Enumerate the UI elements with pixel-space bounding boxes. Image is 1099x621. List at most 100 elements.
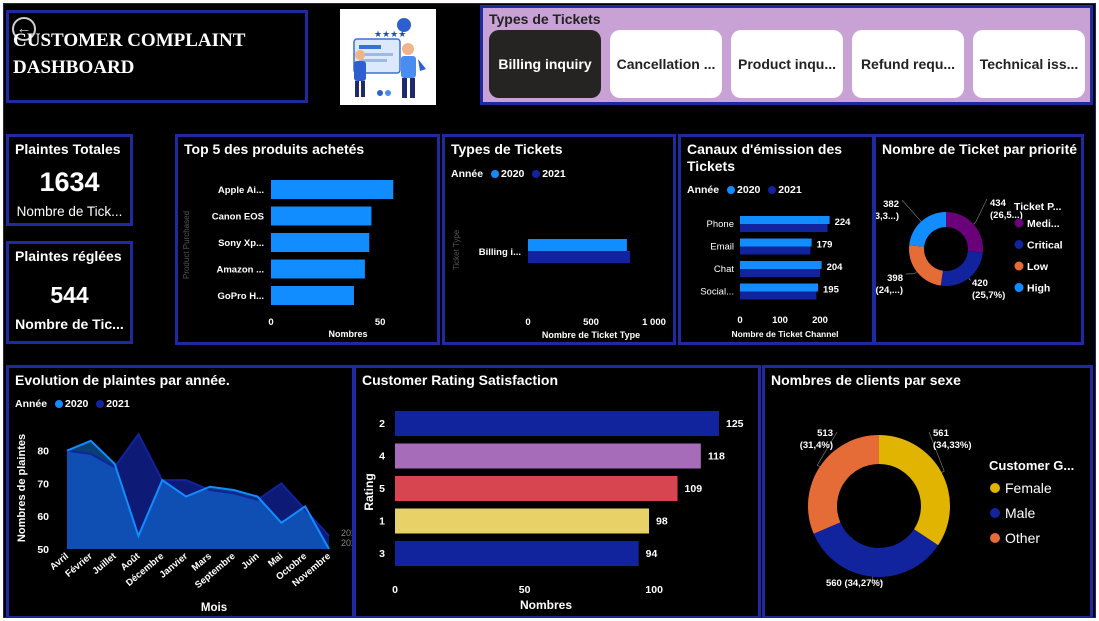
legend-label-2: Low bbox=[1027, 261, 1049, 273]
leader-line-0 bbox=[973, 198, 988, 225]
slicer-title: Types de Tickets bbox=[489, 11, 601, 27]
bar-1 bbox=[271, 206, 372, 226]
x-tick-50: 50 bbox=[519, 584, 531, 596]
bar-2020-2 bbox=[740, 261, 822, 269]
legend-dot-0 bbox=[990, 483, 1000, 493]
data-label-2: 204 bbox=[827, 262, 844, 273]
x-tick-500: 500 bbox=[583, 317, 599, 328]
data-label-value-1: 560 (34,27%) bbox=[826, 578, 883, 589]
legend-label-2: Other bbox=[1005, 530, 1040, 546]
kpi-resolved-panel: Plaintes réglées 544 Nombre de Tic... bbox=[6, 241, 133, 344]
data-label-pct-2: (31,4%) bbox=[800, 440, 833, 451]
bar-2021-3 bbox=[740, 291, 817, 300]
x-tick-2: Juillet bbox=[90, 550, 119, 577]
legend-dot-2 bbox=[1014, 261, 1024, 271]
x-tick-1: Février bbox=[63, 551, 95, 580]
data-label-pct-0: (34,33%) bbox=[933, 440, 972, 451]
y-tick-60: 60 bbox=[37, 511, 49, 523]
y-tick-80: 80 bbox=[37, 446, 49, 458]
bar-3 bbox=[395, 508, 650, 534]
priority-panel: Nombre de Ticket par priorité 434 (26,5..… bbox=[873, 134, 1084, 345]
category-label-4: 3 bbox=[379, 548, 385, 560]
channels-chart: Phone 224 Email 179 Chat 204 Social... 195 0 100 2… bbox=[700, 216, 852, 339]
series-end-label-1: 202 bbox=[341, 538, 352, 548]
ticket-types-panel: Types de Tickets Année 2020 2021 Ticket … bbox=[442, 134, 676, 345]
x-tick-8: Juin bbox=[239, 551, 261, 572]
category-label-0: Apple Ai... bbox=[218, 185, 264, 196]
data-label-value-3: 382 bbox=[883, 199, 899, 210]
y-tick-50: 50 bbox=[37, 544, 49, 556]
legend-dot-1 bbox=[1014, 240, 1024, 249]
dashboard-title: CUSTOMER COMPLAINT DASHBOARD bbox=[13, 27, 245, 81]
slice-0 bbox=[879, 435, 950, 546]
x-axis-label: Mois bbox=[201, 602, 227, 614]
data-label-value-2: 513 bbox=[817, 428, 833, 439]
bar-2021-1 bbox=[740, 246, 811, 255]
legend-label-0: Medi... bbox=[1027, 218, 1060, 230]
category-label-3: Amazon ... bbox=[216, 265, 264, 276]
data-label-3: 98 bbox=[656, 516, 668, 528]
data-label-value-0: 561 bbox=[933, 428, 950, 439]
gender-donut-chart: 561(34,33%) 560 (34,27%) 513(31,4%) Custome… bbox=[800, 428, 1075, 589]
slice-2 bbox=[909, 245, 943, 286]
category-label-2: Sony Xp... bbox=[218, 238, 264, 249]
slicer-button-0[interactable]: Billing inquiry bbox=[489, 30, 601, 98]
data-label-0: 125 bbox=[726, 418, 744, 430]
x-tick-0: 0 bbox=[737, 315, 742, 326]
x-tick-0: 0 bbox=[268, 317, 273, 328]
slicer-button-2[interactable]: Product inqu... bbox=[731, 30, 843, 98]
category-label-1: 4 bbox=[379, 451, 385, 463]
bar-2020-1 bbox=[740, 238, 812, 247]
x-tick-0: 0 bbox=[392, 584, 398, 596]
x-tick-50: 50 bbox=[375, 317, 386, 328]
x-tick-200: 200 bbox=[812, 315, 828, 326]
y-axis-label: Nombres de plaintes bbox=[16, 434, 28, 542]
data-label-0: 224 bbox=[835, 217, 852, 228]
legend-title: Ticket P... bbox=[1014, 201, 1062, 213]
top5-products-panel: Top 5 des produits achetés Product Purch… bbox=[175, 134, 440, 345]
category-label-0: Billing i... bbox=[479, 247, 521, 258]
ticket-types-chart: Ticket Type Billing i... 0 500 1 000Nombre d… bbox=[452, 229, 666, 340]
ticket-type-slicer: Types de Tickets Billing inquiry Cancella… bbox=[480, 5, 1093, 105]
leader-line-2 bbox=[905, 271, 918, 275]
data-label-value-0: 434 bbox=[990, 198, 1007, 209]
y-axis-label: Rating bbox=[362, 473, 376, 510]
x-axis-label: Nombre de Ticket Type bbox=[542, 330, 640, 340]
data-label-value-1: 420 bbox=[972, 278, 988, 289]
bar-4 bbox=[271, 286, 354, 305]
category-label-1: Canon EOS bbox=[212, 212, 264, 223]
x-tick-1000: 1 000 bbox=[642, 317, 666, 328]
channels-panel: Canaux d'émission des Tickets Année 2020… bbox=[678, 134, 875, 345]
customer-support-illustration: ★★★★ bbox=[340, 9, 436, 105]
legend-dot-1 bbox=[990, 508, 1000, 518]
evolution-area-chart: 50607080202202AvrilFévrierJuilletAoûtDéc… bbox=[16, 432, 352, 614]
data-label-pct-2: (24,...) bbox=[876, 285, 903, 296]
bar-1 bbox=[395, 443, 701, 469]
kpi-total-label: Nombre de Tick... bbox=[16, 204, 123, 219]
data-label-2: 109 bbox=[685, 483, 703, 495]
bar-2021 bbox=[528, 251, 631, 263]
bar-2021-2 bbox=[740, 269, 820, 277]
kpi-resolved-value: 544 bbox=[50, 282, 89, 308]
slicer-button-1[interactable]: Cancellation ... bbox=[610, 30, 722, 98]
kpi-resolved-label: Nombre de Tic... bbox=[15, 316, 124, 332]
data-label-value-2: 398 bbox=[887, 273, 903, 284]
legend-dot-3 bbox=[1014, 283, 1024, 292]
bar-2 bbox=[271, 233, 370, 252]
evolution-panel: Evolution de plaintes par année. Année 2… bbox=[6, 365, 355, 617]
series-end-label-0: 202 bbox=[341, 528, 352, 538]
x-axis-label: Nombres bbox=[520, 598, 572, 612]
bar-2020-0 bbox=[740, 216, 830, 224]
slicer-button-3[interactable]: Refund requ... bbox=[852, 30, 964, 98]
title-line-2: DASHBOARD bbox=[13, 57, 135, 78]
kpi-total-panel: Plaintes Totales 1634 Nombre de Tick... bbox=[6, 134, 133, 226]
slicer-button-4[interactable]: Technical iss... bbox=[973, 30, 1085, 98]
legend-dot-0 bbox=[1014, 218, 1024, 228]
bar-0 bbox=[271, 180, 394, 199]
bar-0 bbox=[395, 411, 719, 436]
legend-dot-2 bbox=[990, 533, 1000, 543]
category-label-1: Email bbox=[710, 242, 734, 253]
bar-2020 bbox=[528, 239, 627, 251]
x-tick-100: 100 bbox=[645, 584, 663, 596]
y-axis-label: Ticket Type bbox=[452, 229, 461, 270]
